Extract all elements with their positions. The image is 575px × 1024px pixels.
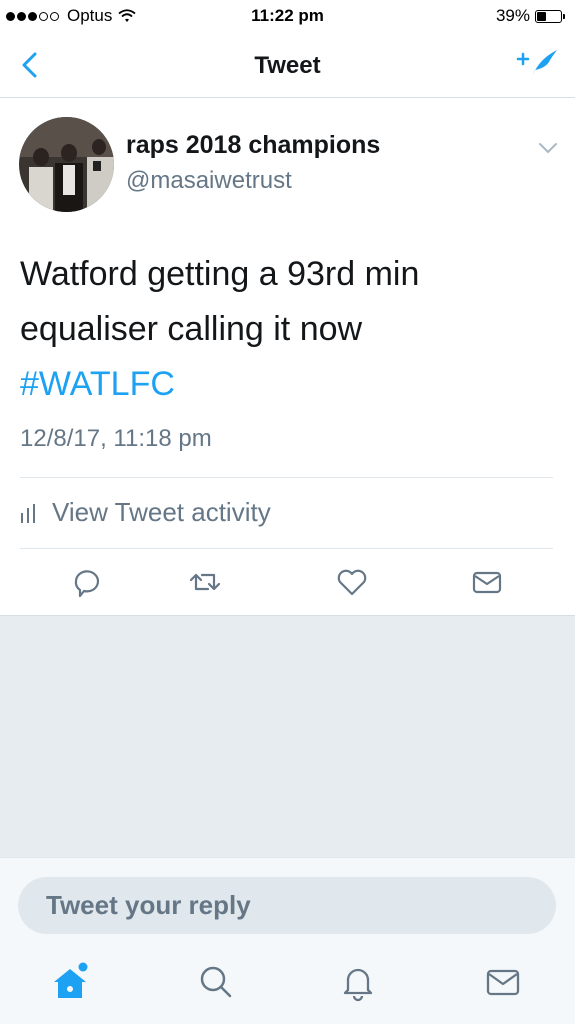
status-right: 39% [496,6,565,26]
view-tweet-activity-button[interactable]: View Tweet activity [20,497,271,528]
notifications-icon[interactable] [338,962,378,1002]
search-icon[interactable] [196,962,236,1002]
hashtag-link[interactable]: #WATLFC [20,357,550,412]
divider [20,477,553,478]
battery-level [537,11,546,21]
tab-bar [0,942,575,1024]
reply-icon[interactable] [70,565,104,599]
chevron-down-icon[interactable] [537,141,559,155]
tweet-text: Watford getting a 93rd min equaliser cal… [20,247,550,412]
tweet-detail: raps 2018 champions @masaiwetrust Watfor… [0,99,575,615]
tweet-timestamp: 12/8/17, 11:18 pm [20,425,212,452]
compose-tweet-icon[interactable] [515,46,559,82]
tweet-body: Watford getting a 93rd min equaliser cal… [20,255,420,348]
status-time: 11:22 pm [251,6,324,25]
status-bar: Optus 11:22 pm 39% [0,0,575,32]
messages-icon[interactable] [483,962,523,1002]
reply-input[interactable]: Tweet your reply [18,877,556,934]
like-icon[interactable] [335,565,369,599]
divider [20,548,553,549]
analytics-icon [21,503,35,523]
page-title: Tweet [254,52,321,79]
reply-bar: Tweet your reply [0,857,575,942]
avatar[interactable] [19,117,114,212]
replies-area [0,615,575,857]
user-handle[interactable]: @masaiwetrust [126,167,292,195]
battery-tip [563,13,565,19]
battery-percent: 39% [495,6,530,25]
activity-label: View Tweet activity [52,497,271,527]
navigation-bar: Tweet [0,32,575,98]
battery-icon [535,9,562,23]
direct-message-icon[interactable] [470,565,504,599]
display-name[interactable]: raps 2018 champions [126,131,380,160]
retweet-icon[interactable] [188,565,222,599]
home-icon[interactable] [50,962,90,1002]
